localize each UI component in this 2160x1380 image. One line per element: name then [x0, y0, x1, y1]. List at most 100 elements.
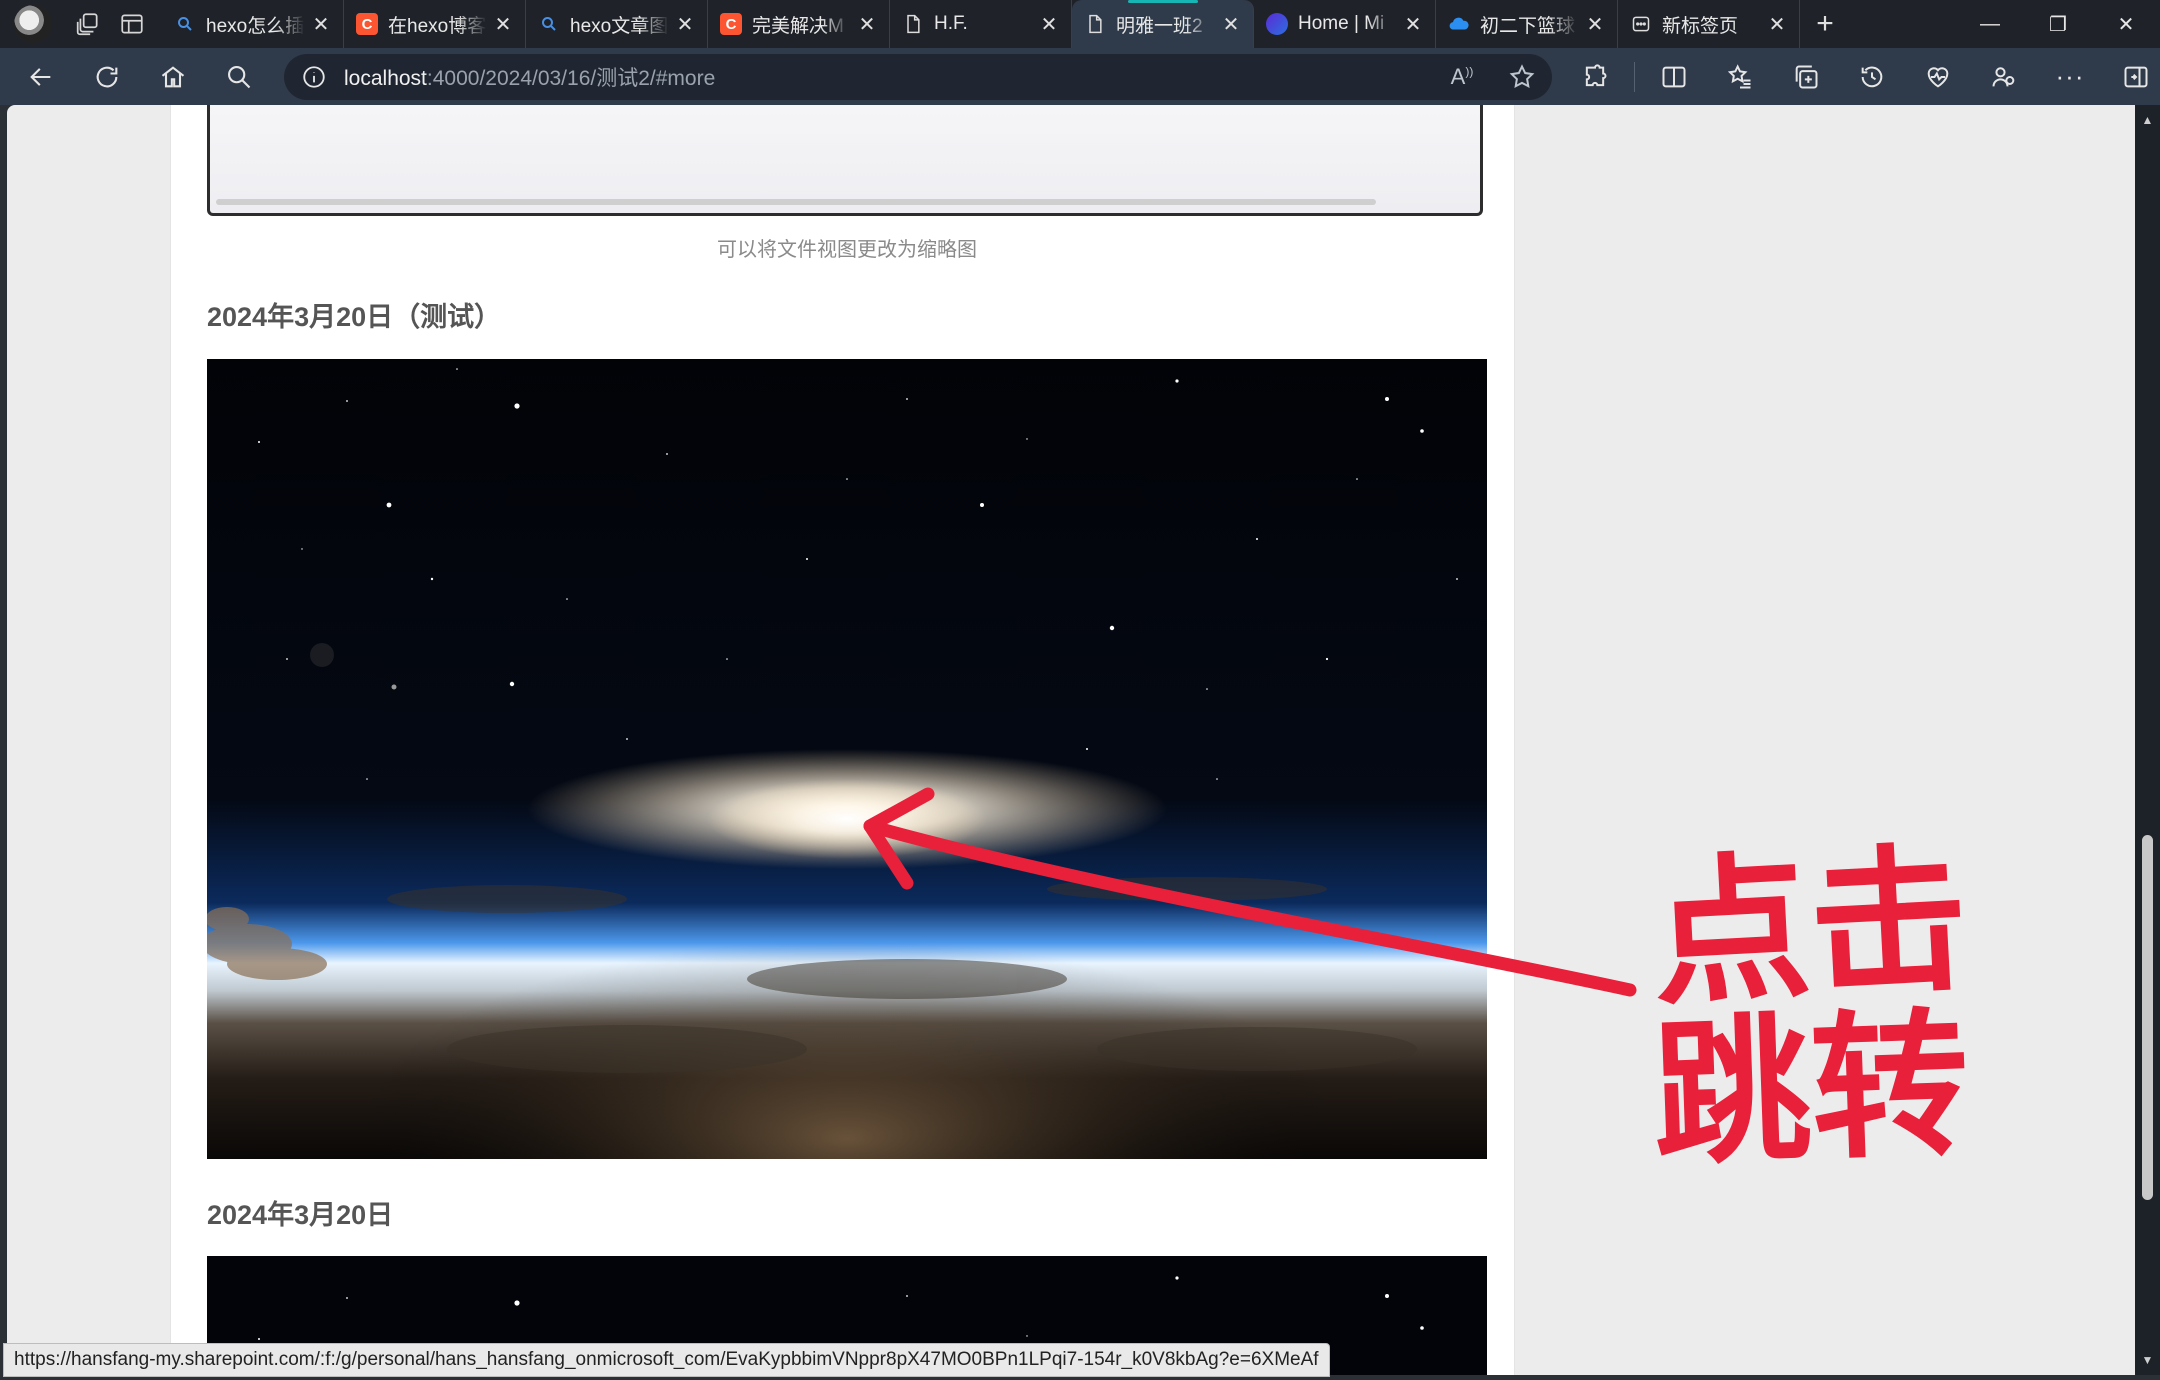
performance-button[interactable] [1905, 53, 1971, 101]
tab-active-mingya[interactable]: 明雅一班2 ✕ [1072, 0, 1254, 48]
close-window-button[interactable]: ✕ [2092, 0, 2160, 48]
toolbar-actions: ··· [1562, 48, 2160, 105]
read-aloud-icon: A)) [1450, 64, 1474, 89]
toolbar-divider [1634, 61, 1635, 92]
page-scrollbar[interactable]: ▲ ▼ [2135, 105, 2160, 1375]
tab-onedrive[interactable]: 初二下篮球 ✕ [1436, 0, 1618, 48]
scroll-down-arrow-icon[interactable]: ▼ [2135, 1350, 2160, 1370]
close-icon: ✕ [2117, 13, 2135, 36]
favorites-button[interactable] [1707, 53, 1773, 101]
favorites-list-icon [1727, 63, 1751, 88]
tab-copilot-home[interactable]: Home | Mi ✕ [1254, 0, 1436, 48]
site-info-button[interactable] [284, 64, 344, 90]
collections-icon [1795, 65, 1818, 88]
csdn-icon: C [356, 13, 378, 35]
tab-csdn-1[interactable]: C 在hexo博客 ✕ [344, 0, 526, 48]
tab-title: 在hexo博客 [388, 15, 487, 37]
tab-title: 新标签页 [1662, 15, 1739, 37]
tab-csdn-2[interactable]: C 完美解决M ✕ [708, 0, 890, 48]
close-tab-icon[interactable]: ✕ [311, 12, 331, 37]
tab-title: 明雅一班2 [1116, 15, 1203, 37]
image-caption: 可以将文件视图更改为缩略图 [717, 239, 977, 261]
address-bar[interactable]: localhost:4000/2024/03/16/测试2/#more A)) [284, 54, 1552, 100]
earth-horizon-image-link[interactable] [207, 359, 1487, 1159]
copilot-icon [1266, 13, 1288, 35]
onedrive-icon [1448, 13, 1470, 35]
close-tab-icon[interactable]: ✕ [857, 12, 877, 37]
page-viewport: 可以将文件视图更改为缩略图 2024年3月20日（测试） 2024年3月20日 [7, 105, 2135, 1375]
home-button[interactable] [140, 53, 206, 101]
close-tab-icon[interactable]: ✕ [1039, 12, 1059, 37]
sidebar-icon [2124, 66, 2148, 87]
minimize-button[interactable]: — [1956, 0, 2024, 48]
info-icon [303, 66, 325, 88]
article-body: 可以将文件视图更改为缩略图 2024年3月20日（测试） 2024年3月20日 [170, 105, 1515, 1375]
tab-actions-icon [121, 14, 143, 34]
tab-title: Home | Mi [1298, 13, 1385, 34]
tab-actions-button[interactable] [110, 4, 154, 44]
tab-strip: hexo怎么插 ✕ C 在hexo博客 ✕ hexo文章图 ✕ C 完美解决M … [0, 0, 2160, 48]
browser-essentials-button[interactable] [1971, 53, 2037, 101]
search-icon [174, 13, 196, 35]
tab-list: hexo怎么插 ✕ C 在hexo博客 ✕ hexo文章图 ✕ C 完美解决M … [162, 0, 1850, 48]
scroll-up-arrow-icon[interactable]: ▲ [2135, 110, 2160, 130]
earth-horizon-image [207, 359, 1487, 1159]
split-screen-button[interactable] [1641, 53, 1707, 101]
workspaces-button[interactable] [66, 4, 110, 44]
search-button[interactable] [206, 53, 272, 101]
section-heading: 2024年3月20日 [207, 1200, 394, 1230]
browser-toolbar: localhost:4000/2024/03/16/测试2/#more A)) [0, 48, 2160, 105]
star-icon [1509, 64, 1535, 89]
close-tab-icon[interactable]: ✕ [1767, 12, 1787, 37]
tab-hexo-article-search[interactable]: hexo文章图 ✕ [526, 0, 708, 48]
new-tab-button[interactable]: + [1800, 0, 1850, 48]
page-icon [1084, 13, 1106, 35]
back-button[interactable] [8, 53, 74, 101]
close-tab-icon[interactable]: ✕ [1221, 12, 1241, 37]
tab-new-tab[interactable]: 新标签页 ✕ [1618, 0, 1800, 48]
search-icon [228, 65, 251, 88]
favorite-button[interactable] [1492, 53, 1552, 101]
history-icon [1861, 66, 1883, 87]
collections-button[interactable] [1773, 53, 1839, 101]
heart-pulse-icon [1927, 66, 1949, 88]
sidebar-toggle-button[interactable] [2103, 53, 2160, 101]
tab-hexo-search[interactable]: hexo怎么插 ✕ [162, 0, 344, 48]
newtab-icon [1630, 13, 1652, 35]
window-controls: — ❐ ✕ [1956, 0, 2160, 48]
tab-title: hexo文章图 [570, 15, 669, 37]
history-button[interactable] [1839, 53, 1905, 101]
close-tab-icon[interactable]: ✕ [1403, 12, 1423, 37]
refresh-button[interactable] [74, 53, 140, 101]
page-icon [902, 13, 924, 35]
scrollbar-thumb[interactable] [2142, 835, 2153, 1200]
tab-title: 初二下篮球 [1480, 15, 1576, 37]
close-tab-icon[interactable]: ✕ [493, 12, 513, 37]
link-status-bar: https://hansfang-my.sharepoint.com/:f:/g… [3, 1343, 1330, 1377]
more-menu-button[interactable]: ··· [2037, 53, 2103, 101]
minimize-icon: — [1980, 12, 2000, 35]
tab-title: 完美解决M [752, 15, 844, 37]
csdn-icon: C [720, 13, 742, 35]
extensions-button[interactable] [1562, 53, 1628, 101]
restore-button[interactable]: ❐ [2024, 0, 2092, 48]
plus-icon: + [1816, 7, 1834, 40]
people-icon [1992, 66, 2015, 86]
read-aloud-button[interactable]: A)) [1432, 53, 1492, 101]
close-tab-icon[interactable]: ✕ [1585, 12, 1605, 37]
profile-avatar[interactable] [14, 5, 52, 43]
ellipsis-icon: ··· [2055, 61, 2085, 91]
close-tab-icon[interactable]: ✕ [675, 12, 695, 37]
split-screen-icon [1662, 66, 1686, 87]
workspaces-icon [76, 13, 98, 36]
embedded-horizontal-scrollbar[interactable] [216, 199, 1376, 205]
url-text[interactable]: localhost:4000/2024/03/16/测试2/#more [344, 62, 1432, 92]
tab-hf[interactable]: H.F. ✕ [890, 0, 1072, 48]
puzzle-icon [1585, 63, 1607, 86]
url-path: :4000/2024/03/16/测试2/#more [426, 67, 716, 90]
back-arrow-icon [30, 67, 51, 86]
section-heading: 2024年3月20日（测试） [207, 302, 502, 332]
embedded-file-view[interactable] [207, 105, 1483, 216]
tab-title: H.F. [934, 13, 968, 34]
tab-title: hexo怎么插 [206, 15, 305, 37]
